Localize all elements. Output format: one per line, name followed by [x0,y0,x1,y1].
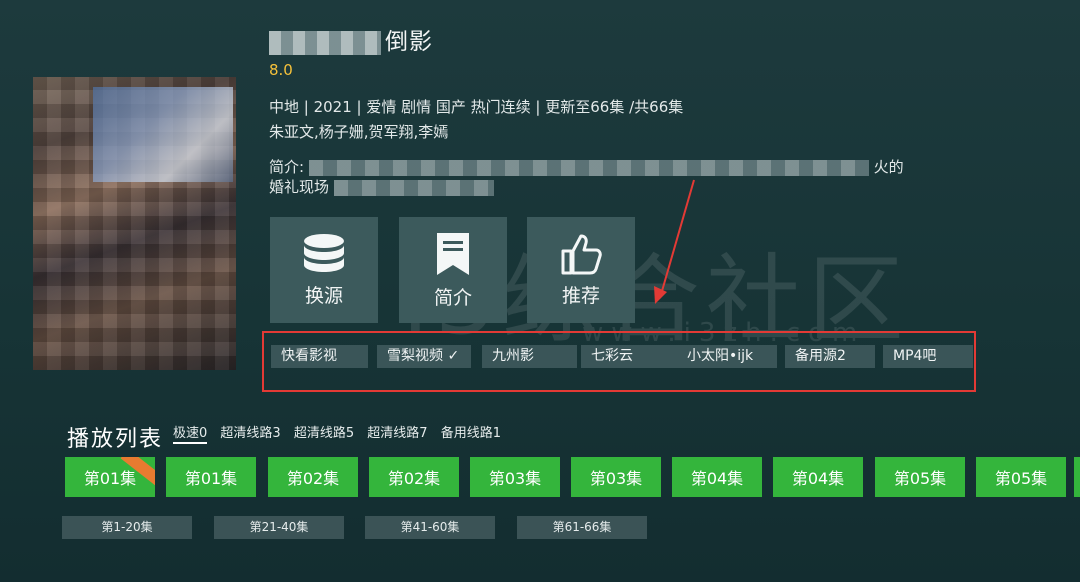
line-tabs: 极速0 超清线路3 超清线路5 超清线路7 备用线路1 [173,422,510,444]
episode-label: 第05集 [994,469,1048,488]
blurred-title-part [269,30,381,55]
episode-button-partial[interactable] [1074,457,1080,497]
blurred-description [308,159,869,176]
source-item[interactable]: 九州影 [482,345,577,368]
poster-image[interactable] [33,77,236,370]
blurred-description [333,179,494,196]
tab-line[interactable]: 超清线路5 [294,426,354,441]
database-icon [301,233,347,275]
synopsis-label: 简介 [433,286,472,309]
source-item[interactable]: 小太阳•ijk [677,345,777,368]
episode-button[interactable]: 第05集 [976,457,1066,497]
tab-line-active[interactable]: 极速0 [173,426,208,444]
range-tab[interactable]: 第41-60集 [365,516,495,539]
recommend-button[interactable]: 推荐 [527,217,635,323]
source-item[interactable]: MP4吧 [883,345,973,368]
source-item[interactable]: 快看影视 [271,345,368,368]
tab-line[interactable]: 超清线路7 [367,426,427,441]
tab-line[interactable]: 备用线路1 [441,426,501,441]
source-item[interactable]: 备用源2 [785,345,875,368]
episode-label: 第02集 [286,469,340,488]
episode-button[interactable]: 第05集 [875,457,965,497]
source-item-selected[interactable]: 雪梨视频 ✓ [377,345,471,368]
switch-source-label: 换源 [304,284,343,307]
source-item[interactable]: 七彩云 [581,345,677,368]
synopsis-button[interactable]: 简介 [399,217,507,323]
range-tab[interactable]: 第1-20集 [62,516,192,539]
range-tab[interactable]: 第61-66集 [517,516,647,539]
episode-button[interactable]: 第03集 [571,457,661,497]
episode-label: 第03集 [488,469,542,488]
episode-button[interactable]: 第04集 [672,457,762,497]
episode-button[interactable]: 第03集 [470,457,560,497]
episode-label: 第04集 [791,469,845,488]
meta-info: 中地 | 2021 | 爱情 剧情 国产 热门连续 | 更新至66集 /共66集 [269,98,684,116]
bookmark-icon [433,231,473,277]
playlist-title: 播放列表 [67,427,164,452]
cast-list: 朱亚文,杨子姗,贺军翔,李嫣 [269,123,449,141]
page-title: 倒影 [269,22,433,56]
episode-button[interactable]: 第01集 [166,457,256,497]
annotation-arrow [654,179,695,304]
episode-label: 第02集 [387,469,441,488]
thumbs-up-icon [559,233,603,275]
episode-label: 第03集 [589,469,643,488]
episode-label: 第04集 [690,469,744,488]
recommend-label: 推荐 [561,284,600,307]
episode-button[interactable]: 第02集 [268,457,358,497]
episode-label: 第05集 [893,469,947,488]
tab-line[interactable]: 超清线路3 [220,426,280,441]
episode-button[interactable]: 第01集 [65,457,155,497]
episode-button[interactable]: 第04集 [773,457,863,497]
episode-label: 第01集 [184,469,238,488]
episode-button[interactable]: 第02集 [369,457,459,497]
switch-source-button[interactable]: 换源 [270,217,378,323]
rating-score: 8.0 [269,61,293,79]
range-tab[interactable]: 第21-40集 [214,516,344,539]
description: 简介: 火的 婚礼现场 [269,158,904,196]
episode-label: 第01集 [83,469,137,488]
